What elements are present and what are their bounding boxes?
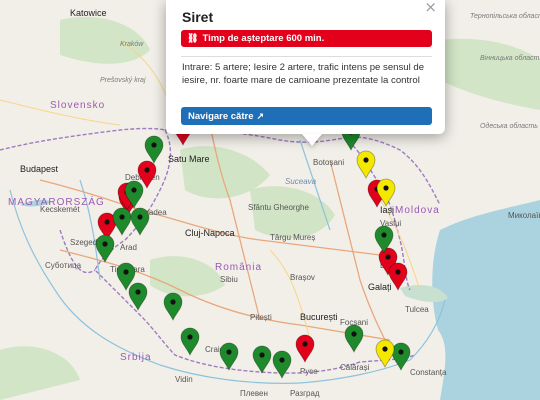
svg-text:Prešovský kraj: Prešovský kraj: [100, 77, 146, 84]
svg-text:Субoтица: Субoтица: [45, 261, 82, 270]
popup-divider: [181, 56, 432, 57]
svg-text:Русе: Русе: [300, 367, 318, 376]
svg-text:Satu Mare: Satu Mare: [168, 154, 210, 164]
svg-text:Constanța: Constanța: [410, 368, 447, 377]
external-link-icon: ↗: [256, 110, 265, 121]
svg-text:Brașov: Brașov: [290, 273, 315, 282]
svg-text:România: România: [215, 262, 262, 273]
svg-text:Kecskemét: Kecskemét: [40, 205, 80, 214]
popup-title: Siret: [182, 9, 214, 25]
svg-text:Târgu Mureș: Târgu Mureș: [270, 233, 315, 242]
svg-text:Разград: Разград: [290, 389, 320, 398]
close-icon[interactable]: ×: [424, 0, 437, 16]
navigate-button[interactable]: Navigare către ↗: [181, 107, 432, 125]
wait-time-badge: ⛓ Timp de așteptare 600 min.: [181, 30, 432, 47]
svg-text:Arad: Arad: [120, 243, 137, 252]
svg-text:Srbija: Srbija: [120, 352, 152, 363]
popup-description: Intrare: 5 artere; Iesire 2 artere, traf…: [182, 62, 425, 86]
svg-text:Galați: Galați: [368, 282, 392, 292]
svg-text:Szeged: Szeged: [70, 238, 97, 247]
svg-text:București: București: [300, 312, 338, 322]
truck-icon: ⛓: [187, 33, 199, 43]
svg-text:Sibiu: Sibiu: [220, 275, 238, 284]
svg-text:Тернопільська область: Тернопільська область: [470, 12, 540, 20]
popup-tip: [302, 134, 322, 146]
svg-text:Sfântu Gheorghe: Sfântu Gheorghe: [248, 203, 309, 212]
crossing-popup: × Siret ⛓ Timp de așteptare 600 min. Int…: [166, 0, 445, 134]
svg-text:Budapest: Budapest: [20, 164, 59, 174]
svg-text:Плевен: Плевен: [240, 389, 268, 398]
svg-text:Tulcea: Tulcea: [405, 305, 429, 314]
wait-time-text: Timp de așteptare 600 min.: [202, 33, 325, 44]
svg-text:Botoșani: Botoșani: [313, 158, 344, 167]
svg-text:Iași: Iași: [380, 205, 394, 215]
svg-text:Вінницька область: Вінницька область: [480, 54, 540, 62]
svg-text:Cluj-Napoca: Cluj-Napoca: [185, 228, 235, 238]
svg-text:Călărași: Călărași: [340, 363, 370, 372]
svg-text:Katowice: Katowice: [70, 8, 107, 18]
svg-text:Suceava: Suceava: [285, 177, 317, 186]
svg-text:Миколаїв: Миколаїв: [508, 211, 540, 220]
black-sea: [432, 200, 540, 400]
svg-text:Одеська область: Одеська область: [480, 122, 538, 130]
svg-text:Moldova: Moldova: [395, 205, 440, 216]
svg-text:Pitești: Pitești: [250, 313, 272, 322]
navigate-label: Navigare către: [188, 110, 254, 122]
svg-text:Slovensko: Slovensko: [50, 100, 105, 111]
svg-text:Kraków: Kraków: [120, 41, 144, 48]
svg-text:Vidin: Vidin: [175, 375, 193, 384]
